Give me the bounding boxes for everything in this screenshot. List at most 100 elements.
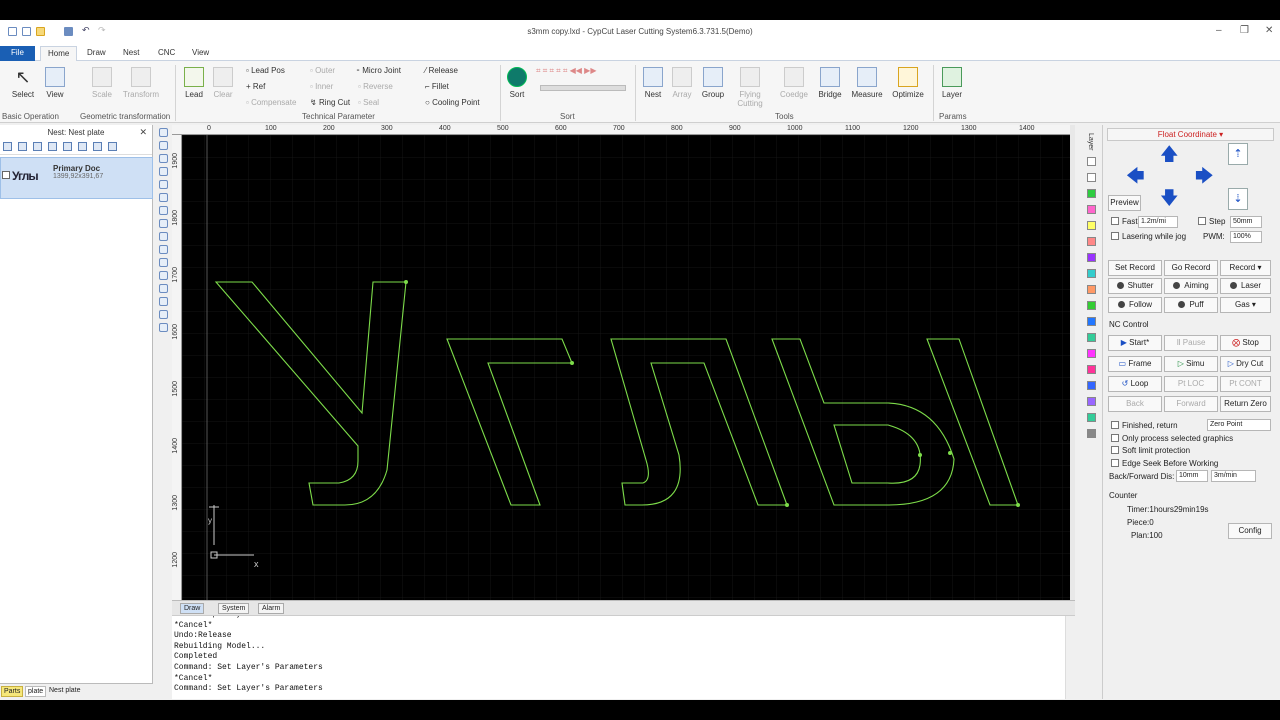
simu-button[interactable]: ▷ Simu <box>1164 356 1218 372</box>
lead-button[interactable]: Lead <box>180 67 208 99</box>
set-record-button[interactable]: Set Record <box>1108 260 1162 276</box>
minimize-icon[interactable]: – <box>1216 25 1222 36</box>
cooling-point-button[interactable]: ○ Cooling Point <box>425 98 480 107</box>
sort-button[interactable]: Sort <box>505 67 529 99</box>
pt-cont-button[interactable]: Pt CONT <box>1220 376 1271 392</box>
micro-joint-button[interactable]: ⁃ Micro Joint <box>356 66 401 75</box>
array-button[interactable]: Array <box>668 67 696 99</box>
layer-color-swatch[interactable] <box>1087 188 1096 198</box>
inner-button[interactable]: ▫ Inner <box>310 82 333 91</box>
layer-tab[interactable]: Layer <box>1087 133 1094 151</box>
parts-tool-icon[interactable] <box>78 142 87 151</box>
fast-checkbox[interactable]: Fast <box>1111 217 1138 226</box>
jog-down-button[interactable]: 🡇 <box>1160 189 1179 207</box>
zero-point-select[interactable]: Zero Point <box>1207 419 1271 431</box>
stop-button[interactable]: ⨂ Stop <box>1220 335 1271 351</box>
coedge-button[interactable]: Coedge <box>776 67 812 99</box>
scale-button[interactable]: Scale <box>86 67 118 99</box>
back-button[interactable]: Back <box>1108 396 1162 412</box>
layer-color-swatch[interactable] <box>1087 220 1096 230</box>
layer-color-swatch[interactable] <box>1087 204 1096 214</box>
tab-view[interactable]: View <box>185 46 216 61</box>
edge-seek-checkbox[interactable]: Edge Seek Before Working <box>1111 459 1218 468</box>
tab-file[interactable]: File <box>0 46 35 61</box>
only-selected-checkbox[interactable]: Only process selected graphics <box>1111 434 1233 443</box>
maximize-icon[interactable]: ❐ <box>1240 25 1249 36</box>
nest-button[interactable]: Nest <box>640 67 666 99</box>
bf-speed-select[interactable]: 3m/min <box>1211 470 1256 482</box>
coordinate-mode-select[interactable]: Float Coordinate ▾ <box>1107 128 1274 141</box>
layer-color-swatch[interactable] <box>1087 252 1096 262</box>
pen-tool-icon[interactable] <box>159 180 168 189</box>
part-checkbox[interactable] <box>2 171 10 179</box>
tab-draw[interactable]: Draw <box>80 46 113 61</box>
close-icon[interactable]: ✕ <box>1265 25 1273 36</box>
jog-left-button[interactable]: 🡄 <box>1126 167 1145 185</box>
z-down-button[interactable]: ⇣ <box>1228 188 1248 210</box>
ring-cut-button[interactable]: ↯ Ring Cut <box>310 98 350 107</box>
finished-return-checkbox[interactable]: Finished, return <box>1111 421 1178 430</box>
layer-color-swatch[interactable] <box>1087 236 1096 246</box>
delete-icon[interactable] <box>63 142 72 151</box>
gas-dropdown[interactable]: Gas ▾ <box>1220 297 1271 313</box>
polygon-tool-icon[interactable] <box>159 258 168 267</box>
z-up-button[interactable]: ⇡ <box>1228 143 1248 165</box>
flying-cutting-button[interactable]: Flying Cutting <box>732 67 768 108</box>
tab-parts[interactable]: Parts <box>1 686 24 697</box>
layer-button[interactable]: Layer <box>938 67 966 99</box>
measure-button[interactable]: Measure <box>850 67 884 99</box>
jog-up-button[interactable]: 🡅 <box>1160 145 1179 163</box>
pwm-select[interactable]: 100% <box>1230 231 1262 243</box>
frame-button[interactable]: ▭ Frame <box>1108 356 1162 372</box>
measure-tool-icon[interactable] <box>159 310 168 319</box>
part-item[interactable]: Углы Primary Doc 1399,92x391,67 <box>0 157 153 199</box>
aiming-button[interactable]: Aiming <box>1164 278 1218 294</box>
layer-color-swatch[interactable] <box>1087 412 1096 422</box>
bf-distance-select[interactable]: 10mm <box>1176 470 1208 482</box>
step-size-select[interactable]: 50mm <box>1230 216 1262 228</box>
parts-tool-icon[interactable] <box>108 142 117 151</box>
layer-color-swatch[interactable] <box>1087 156 1096 166</box>
camera-tool-icon[interactable] <box>159 297 168 306</box>
layer-color-swatch[interactable] <box>1087 284 1096 294</box>
layer-color-swatch[interactable] <box>1087 428 1096 438</box>
select-tool-icon[interactable] <box>159 128 168 137</box>
sort-tools-icon[interactable]: ⌗ ⌗ ⌗ ⌗ ⌗ ◀◀ ▶▶ <box>536 66 596 76</box>
layer-color-swatch[interactable] <box>1087 396 1096 406</box>
reverse-button[interactable]: ▫ Reverse <box>358 82 393 91</box>
console-scrollbar[interactable] <box>1065 616 1075 699</box>
parts-tool-icon[interactable] <box>33 142 42 151</box>
clear-button[interactable]: Clear <box>210 67 236 99</box>
parts-tool-icon[interactable] <box>3 142 12 151</box>
return-zero-button[interactable]: Return Zero <box>1220 396 1271 412</box>
parts-tool-icon[interactable] <box>93 142 102 151</box>
text-tool-icon[interactable] <box>159 271 168 280</box>
layer-color-swatch[interactable] <box>1087 268 1096 278</box>
jog-right-button[interactable]: 🡆 <box>1195 167 1214 185</box>
zoom-tool-icon[interactable] <box>159 154 168 163</box>
outer-button[interactable]: ▫ Outer <box>310 66 335 75</box>
layer-color-swatch[interactable] <box>1087 300 1096 310</box>
layer-color-swatch[interactable] <box>1087 332 1096 342</box>
go-record-button[interactable]: Go Record <box>1164 260 1218 276</box>
tab-nest-plate[interactable]: Nest plate <box>47 686 83 695</box>
drawing-canvas[interactable]: x y <box>182 135 1070 600</box>
preview-button[interactable]: Preview <box>1108 195 1141 211</box>
tab-nest[interactable]: Nest <box>116 46 146 61</box>
parts-tool-icon[interactable] <box>18 142 27 151</box>
tab-draw-view[interactable]: Draw <box>180 603 205 614</box>
compensate-button[interactable]: ▫ Compensate <box>246 98 296 107</box>
record-dropdown[interactable]: Record ▾ <box>1220 260 1271 276</box>
soft-limit-checkbox[interactable]: Soft limit protection <box>1111 446 1190 455</box>
transform-button[interactable]: Transform <box>120 67 162 99</box>
node-tool-icon[interactable] <box>159 141 168 150</box>
layer-color-swatch[interactable] <box>1087 380 1096 390</box>
lead-pos-button[interactable]: ▫ Lead Pos <box>246 66 285 75</box>
release-button[interactable]: ⁄ Release <box>425 66 458 75</box>
optimize-button[interactable]: Optimize <box>890 67 926 99</box>
layer-color-swatch[interactable] <box>1087 348 1096 358</box>
close-icon[interactable]: ✕ <box>139 127 147 138</box>
dry-cut-button[interactable]: ▷ Dry Cut <box>1220 356 1271 372</box>
group-button[interactable]: Group <box>698 67 728 99</box>
fast-speed-select[interactable]: 1.2m/mi <box>1138 216 1178 228</box>
